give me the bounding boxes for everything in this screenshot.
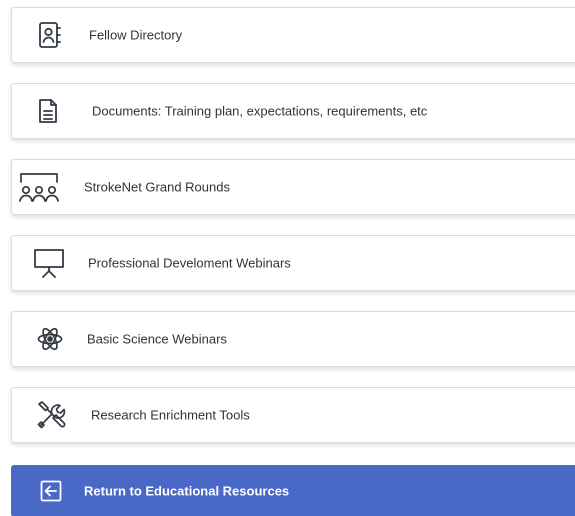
research-tools-label: Research Enrichment Tools [91,407,250,423]
documents-label: Documents: Training plan, expectations, … [92,103,428,119]
tools-icon [36,400,66,430]
fellow-directory-button[interactable]: Fellow Directory [11,7,575,63]
audience-icon [18,172,60,202]
research-tools-button[interactable]: Research Enrichment Tools [11,387,575,443]
basic-science-label: Basic Science Webinars [87,331,227,347]
return-button-label: Return to Educational Resources [84,483,290,499]
grand-rounds-button[interactable]: StrokeNet Grand Rounds [11,159,575,215]
fellow-directory-label: Fellow Directory [89,27,183,43]
documents-button[interactable]: Documents: Training plan, expectations, … [11,83,575,139]
document-icon [38,98,58,124]
basic-science-button[interactable]: Basic Science Webinars [11,311,575,367]
atom-icon [37,326,63,352]
return-to-educational-resources-button[interactable]: Return to Educational Resources [11,465,575,516]
grand-rounds-label: StrokeNet Grand Rounds [84,179,230,195]
resource-menu: Fellow Directory Documents: Training pla… [0,0,575,516]
professional-development-label: Professional Develoment Webinars [88,255,291,271]
presentation-easel-icon [32,248,66,278]
arrow-left-box-icon [40,480,62,502]
professional-development-button[interactable]: Professional Develoment Webinars [11,235,575,291]
contact-book-icon [38,21,62,49]
